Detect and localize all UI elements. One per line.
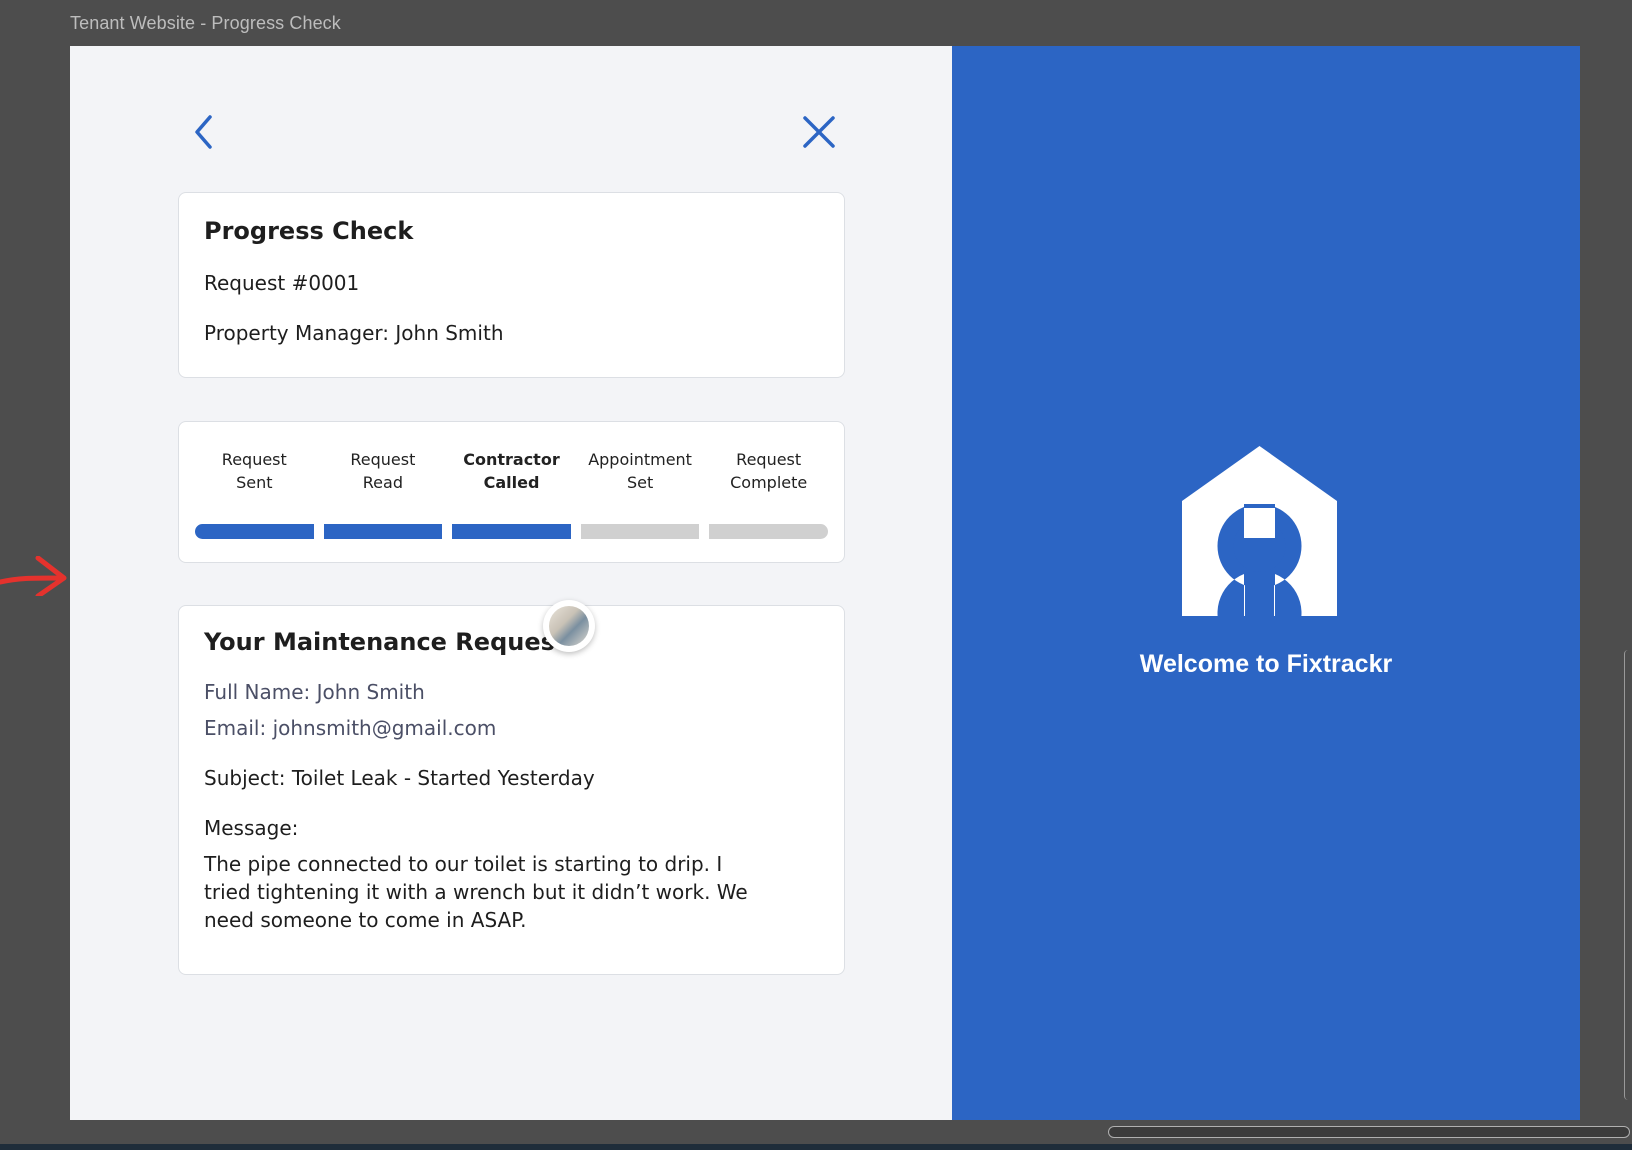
page-title: Progress Check <box>204 217 414 245</box>
progress-step: Request Read <box>323 448 443 539</box>
email: Email: johnsmith@gmail.com <box>204 716 497 740</box>
progress-step: Appointment Set <box>580 448 700 539</box>
chevron-left-icon <box>195 115 212 149</box>
progress-bar-segment-done <box>323 524 443 539</box>
progress-bar-segment-done <box>195 524 314 539</box>
property-manager: Property Manager: John Smith <box>204 321 504 345</box>
content-pane: Progress Check Request #0001 Property Ma… <box>70 46 952 1120</box>
request-number: Request #0001 <box>204 271 360 295</box>
close-icon <box>803 116 835 148</box>
avatar-image <box>549 606 589 646</box>
close-button[interactable] <box>797 110 841 154</box>
maintenance-request-card: Your Maintenance Request Full Name: John… <box>178 600 845 975</box>
progress-step-label: Contractor Called <box>463 450 560 492</box>
full-name: Full Name: John Smith <box>204 680 425 704</box>
window-title: Tenant Website - Progress Check <box>70 13 341 33</box>
progress-step: Request Complete <box>709 448 828 539</box>
welcome-text: Welcome to Fixtrackr <box>1139 650 1393 678</box>
progress-step-label: Request Read <box>350 450 416 492</box>
subject: Subject: Toilet Leak - Started Yesterday <box>204 766 595 790</box>
progress-steps: Request Sent Request Read Contractor Calle… <box>195 448 828 539</box>
progress-bar-segment-pending <box>709 524 828 539</box>
progress-step-label: Appointment Set <box>588 450 692 492</box>
red-arrow-icon <box>0 556 67 596</box>
vertical-scrollbar[interactable] <box>1624 650 1632 1100</box>
brand-pane: Welcome to Fixtrackr <box>952 46 1580 1120</box>
bottom-strip <box>0 1144 1632 1150</box>
progress-step: Request Sent <box>195 448 314 539</box>
house-wrench-icon <box>1182 446 1337 616</box>
message-label: Message: <box>204 816 299 840</box>
progress-bar-segment-done <box>452 524 571 539</box>
progress-step-label: Request Sent <box>221 450 287 492</box>
progress-tracker: Request Sent Request Read Contractor Calle… <box>178 421 845 563</box>
app-frame: Progress Check Request #0001 Property Ma… <box>70 46 1580 1120</box>
avatar[interactable] <box>543 600 595 652</box>
horizontal-scrollbar[interactable] <box>1108 1126 1630 1138</box>
progress-step-label: Request Complete <box>730 450 808 492</box>
back-button[interactable] <box>182 110 226 154</box>
progress-bar-segment-pending <box>580 524 700 539</box>
request-title: Your Maintenance Request <box>204 628 567 656</box>
progress-check-card: Progress Check Request #0001 Property Ma… <box>178 192 845 378</box>
message-body: The pipe connected to our toilet is star… <box>204 852 748 932</box>
progress-step: Contractor Called <box>452 448 571 539</box>
